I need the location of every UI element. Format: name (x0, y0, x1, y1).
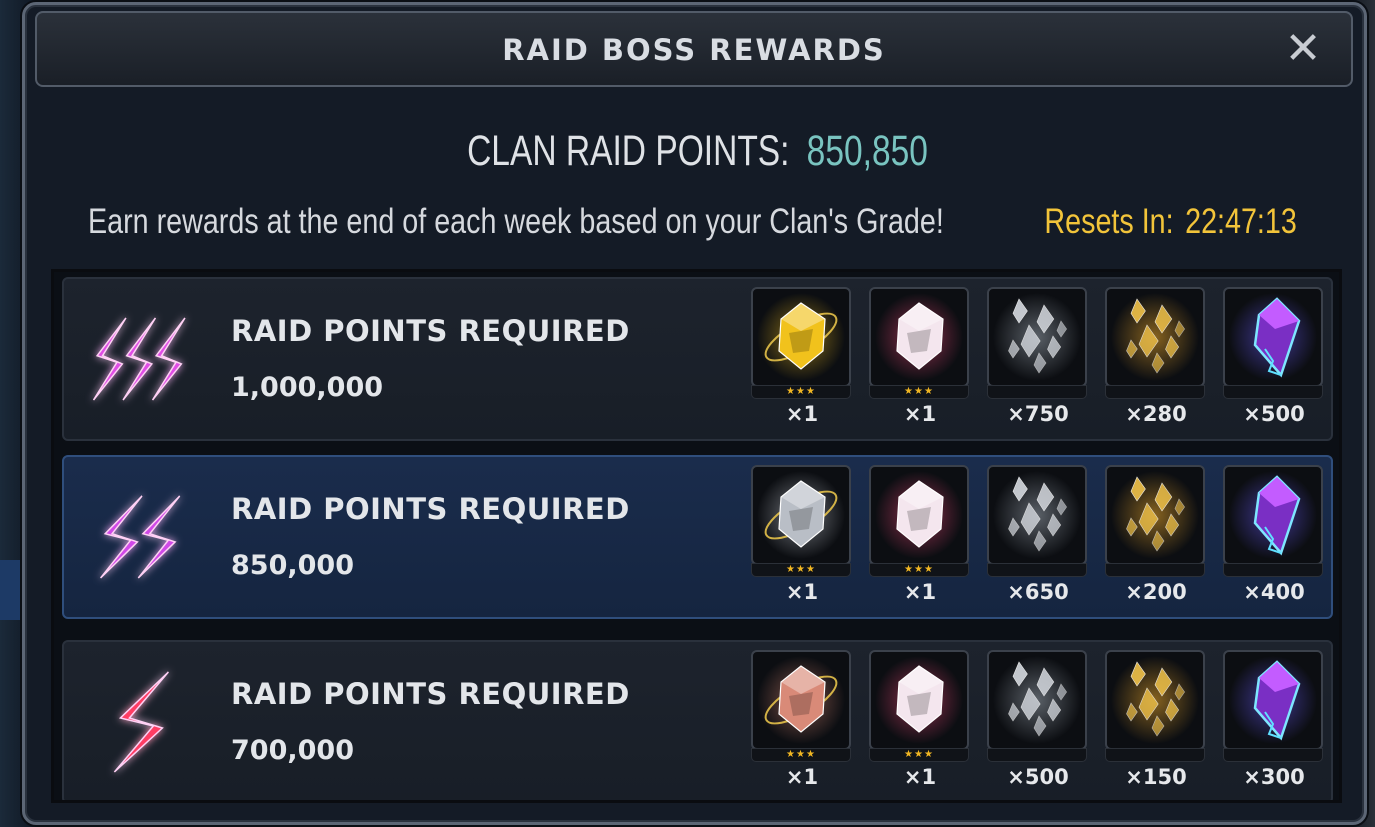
reward-item[interactable]: ×400 (1222, 465, 1326, 609)
tier-row-s[interactable]: RAID POINTS REQUIRED 700,000 ★★★ ×1 ★★★ ×1 ×50… (62, 640, 1333, 800)
clan-raid-points-value: 850,850 (806, 127, 928, 175)
bronze-crystal-icon (751, 650, 851, 750)
grade-s-icon (113, 671, 169, 773)
reward-quantity: ×750 (1007, 402, 1069, 426)
reward-quantity: ×1 (903, 402, 937, 426)
reward-quantity: ×1 (785, 402, 819, 426)
blue-purple-crystal-icon (1223, 465, 1323, 565)
reward-item[interactable]: ★★★ ×1 (868, 287, 972, 431)
grade-ss-icon (99, 495, 181, 579)
star-rating (987, 563, 1087, 577)
gold-crystal-icon (751, 287, 851, 387)
reward-quantity: ×1 (903, 580, 937, 604)
clan-raid-points: CLAN RAID POINTS: 850,850 (173, 127, 1222, 176)
reward-item[interactable]: ×750 (986, 287, 1090, 431)
pink-crystal-icon (869, 465, 969, 565)
reward-item[interactable]: ★★★ ×1 (750, 650, 854, 794)
star-rating (1223, 563, 1323, 577)
dialog-header: RAID BOSS REWARDS ✕ (35, 11, 1353, 87)
silver-shards-icon (987, 287, 1087, 387)
reward-quantity: ×1 (785, 580, 819, 604)
reset-timer: Resets In: 22:47:13 (1045, 202, 1297, 242)
star-rating (1223, 385, 1323, 399)
tier-row-sss[interactable]: RAID POINTS REQUIRED 1,000,000 ★★★ ×1 ★★★ ×1 ×… (62, 277, 1333, 441)
star-rating: ★★★ (869, 748, 969, 762)
star-rating (1105, 385, 1205, 399)
reward-quantity: ×1 (785, 765, 819, 789)
reward-quantity: ×280 (1125, 402, 1187, 426)
pink-crystal-icon (869, 650, 969, 750)
star-rating (1105, 563, 1205, 577)
blue-purple-crystal-icon (1223, 287, 1323, 387)
gold-shards-icon (1105, 287, 1205, 387)
star-rating (1223, 748, 1323, 762)
grade-badge (76, 299, 196, 419)
reset-timer-label: Resets In: (1044, 202, 1174, 241)
star-rating (1105, 748, 1205, 762)
dialog-title: RAID BOSS REWARDS (502, 33, 886, 67)
reward-item[interactable]: ×150 (1104, 650, 1208, 794)
requirement-label: RAID POINTS REQUIRED (231, 677, 630, 711)
silver-shards-icon (987, 650, 1087, 750)
close-button[interactable]: ✕ (1283, 27, 1323, 71)
requirement-label: RAID POINTS REQUIRED (231, 492, 630, 526)
reward-item[interactable]: ×200 (1104, 465, 1208, 609)
reset-timer-value: 22:47:13 (1185, 202, 1297, 241)
reward-quantity: ×150 (1125, 765, 1187, 789)
reward-quantity: ×650 (1007, 580, 1069, 604)
star-rating (987, 748, 1087, 762)
close-icon: ✕ (1284, 23, 1322, 74)
star-rating (987, 385, 1087, 399)
rewards-description: Earn rewards at the end of each week bas… (88, 202, 944, 241)
tier-list[interactable]: RAID POINTS REQUIRED 1,000,000 ★★★ ×1 ★★★ ×1 ×… (51, 269, 1342, 803)
reward-item[interactable]: ×650 (986, 465, 1090, 609)
gold-shards-icon (1105, 650, 1205, 750)
pink-crystal-icon (869, 287, 969, 387)
star-rating: ★★★ (869, 563, 969, 577)
reward-item[interactable]: ★★★ ×1 (868, 465, 972, 609)
reward-item[interactable]: ★★★ ×1 (868, 650, 972, 794)
reward-quantity: ×300 (1243, 765, 1305, 789)
silver-shards-icon (987, 465, 1087, 565)
requirement-value: 1,000,000 (231, 372, 384, 403)
requirement-value: 700,000 (231, 735, 354, 766)
reward-quantity: ×200 (1125, 580, 1187, 604)
grade-badge (76, 662, 196, 782)
reward-quantity: ×400 (1243, 580, 1305, 604)
requirement-value: 850,000 (231, 550, 354, 581)
reward-item[interactable]: ★★★ ×1 (750, 465, 854, 609)
gold-shards-icon (1105, 465, 1205, 565)
star-rating: ★★★ (751, 563, 851, 577)
blue-purple-crystal-icon (1223, 650, 1323, 750)
reward-quantity: ×500 (1007, 765, 1069, 789)
reward-item[interactable]: ×500 (986, 650, 1090, 794)
reward-quantity: ×500 (1243, 402, 1305, 426)
grade-badge (76, 477, 196, 597)
rewards-dialog: RAID BOSS REWARDS ✕ CLAN RAID POINTS: 850… (22, 2, 1367, 825)
star-rating: ★★★ (751, 748, 851, 762)
tier-row-ss[interactable]: RAID POINTS REQUIRED 850,000 ★★★ ×1 ★★★ ×1 ×65… (62, 455, 1333, 619)
grade-sss-icon (92, 317, 186, 401)
reward-item[interactable]: ×280 (1104, 287, 1208, 431)
star-rating: ★★★ (869, 385, 969, 399)
requirement-label: RAID POINTS REQUIRED (231, 314, 630, 348)
clan-raid-points-label: CLAN RAID POINTS: (467, 127, 790, 175)
reward-item[interactable]: ×300 (1222, 650, 1326, 794)
reward-quantity: ×1 (903, 765, 937, 789)
silver-crystal-icon (751, 465, 851, 565)
reward-item[interactable]: ×500 (1222, 287, 1326, 431)
star-rating: ★★★ (751, 385, 851, 399)
reward-item[interactable]: ★★★ ×1 (750, 287, 854, 431)
